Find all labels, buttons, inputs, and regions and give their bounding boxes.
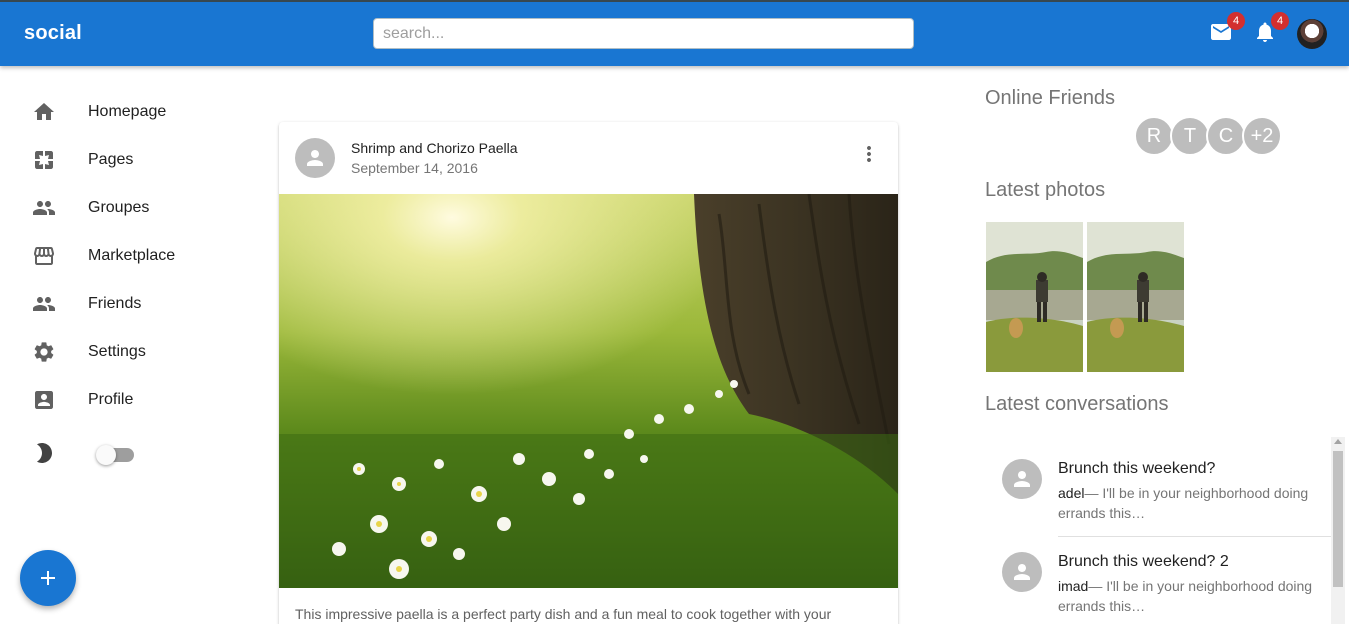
conversation-title: Brunch this weekend? xyxy=(1058,460,1216,477)
app-title[interactable]: social xyxy=(24,22,82,45)
store-icon xyxy=(32,244,56,268)
pages-icon xyxy=(32,148,56,172)
messages-button[interactable]: 4 xyxy=(1209,12,1245,48)
latest-conversations-title: Latest conversations xyxy=(985,393,1169,415)
more-friends-avatar[interactable]: +2 xyxy=(1242,116,1282,156)
app-bar: social 4 4 xyxy=(0,0,1349,66)
online-friend-avatar[interactable]: C xyxy=(1206,116,1246,156)
sidebar-item-label: Profile xyxy=(88,391,134,408)
conversation-sender: adel xyxy=(1058,485,1085,501)
add-button[interactable] xyxy=(20,550,76,606)
home-icon xyxy=(32,100,56,124)
post-card: Shrimp and Chorizo Paella September 14, … xyxy=(279,122,898,624)
person-icon xyxy=(1014,471,1030,487)
post-image xyxy=(279,194,898,588)
friends-icon xyxy=(32,292,56,316)
meadow-image xyxy=(279,194,898,588)
post-date: September 14, 2016 xyxy=(351,160,478,176)
conversation-avatar xyxy=(1002,459,1042,499)
scroll-up-arrow-icon[interactable] xyxy=(1334,439,1342,444)
sidebar-item-friends[interactable]: Friends xyxy=(0,280,240,328)
scrollbar-thumb[interactable] xyxy=(1333,451,1343,587)
conversation-message: — I'll be in your neighborhood doing err… xyxy=(1058,578,1313,614)
conversation-scrollbar[interactable] xyxy=(1331,437,1345,624)
sidebar-item-settings[interactable]: Settings xyxy=(0,328,240,376)
person-icon xyxy=(307,150,323,166)
conversation-title: Brunch this weekend? 2 xyxy=(1058,553,1229,570)
notifications-badge: 4 xyxy=(1271,12,1289,30)
conversation-sender: imad xyxy=(1058,578,1089,594)
sidebar-item-label: Pages xyxy=(88,151,134,168)
photo-thumbnail[interactable] xyxy=(986,222,1083,372)
conversation-item[interactable]: Brunch this weekend? adel— I'll be in yo… xyxy=(985,437,1331,537)
user-avatar[interactable] xyxy=(1297,19,1327,49)
more-vert-icon xyxy=(867,146,871,162)
toggle-thumb xyxy=(96,445,116,465)
mail-icon xyxy=(1209,24,1233,48)
sidebar-item-marketplace[interactable]: Marketplace xyxy=(0,232,240,280)
messages-badge: 4 xyxy=(1227,12,1245,30)
post-menu-button[interactable] xyxy=(857,142,881,166)
gear-icon xyxy=(32,340,56,364)
search-input[interactable] xyxy=(373,18,914,49)
sidebar-item-pages[interactable]: Pages xyxy=(0,136,240,184)
moon-icon xyxy=(32,441,56,465)
post-body: This impressive paella is a perfect part… xyxy=(295,606,832,622)
sidebar-item-label: Marketplace xyxy=(88,247,176,264)
dark-mode-row xyxy=(0,429,240,477)
online-friends-title: Online Friends xyxy=(985,87,1116,109)
conversation-list: Brunch this weekend? adel— I'll be in yo… xyxy=(985,437,1331,624)
sidebar-item-label: Settings xyxy=(88,343,146,360)
photo-thumbnail[interactable] xyxy=(1087,222,1184,372)
groups-icon xyxy=(32,196,56,220)
conversation-preview: adel— I'll be in your neighborhood doing… xyxy=(1058,483,1323,523)
conversation-message: — I'll be in your neighborhood doing err… xyxy=(1058,485,1309,521)
profile-icon xyxy=(32,388,56,412)
conversation-preview: imad— I'll be in your neighborhood doing… xyxy=(1058,576,1323,616)
person-icon xyxy=(1014,564,1030,580)
sidebar-item-groups[interactable]: Groupes xyxy=(0,184,240,232)
conversation-avatar xyxy=(1002,552,1042,592)
post-author-avatar xyxy=(295,138,335,178)
conversation-item[interactable]: Brunch this weekend? 2 imad— I'll be in … xyxy=(985,530,1331,620)
sidebar-item-label: Homepage xyxy=(88,103,167,120)
post-title: Shrimp and Chorizo Paella xyxy=(351,140,518,156)
sidebar-item-label: Groupes xyxy=(88,199,150,216)
bell-icon xyxy=(1253,22,1277,48)
online-friend-avatar[interactable]: R xyxy=(1134,116,1174,156)
latest-photos-title: Latest photos xyxy=(985,179,1106,201)
online-friend-avatar[interactable]: T xyxy=(1170,116,1210,156)
sidebar-item-label: Friends xyxy=(88,295,142,312)
sidebar-nav: Homepage Pages Groupes Marketplace Frien… xyxy=(0,88,240,465)
dark-mode-toggle[interactable] xyxy=(96,444,134,465)
sidebar-item-profile[interactable]: Profile xyxy=(0,376,240,424)
sidebar-item-homepage[interactable]: Homepage xyxy=(0,88,240,136)
notifications-button[interactable]: 4 xyxy=(1253,12,1289,48)
